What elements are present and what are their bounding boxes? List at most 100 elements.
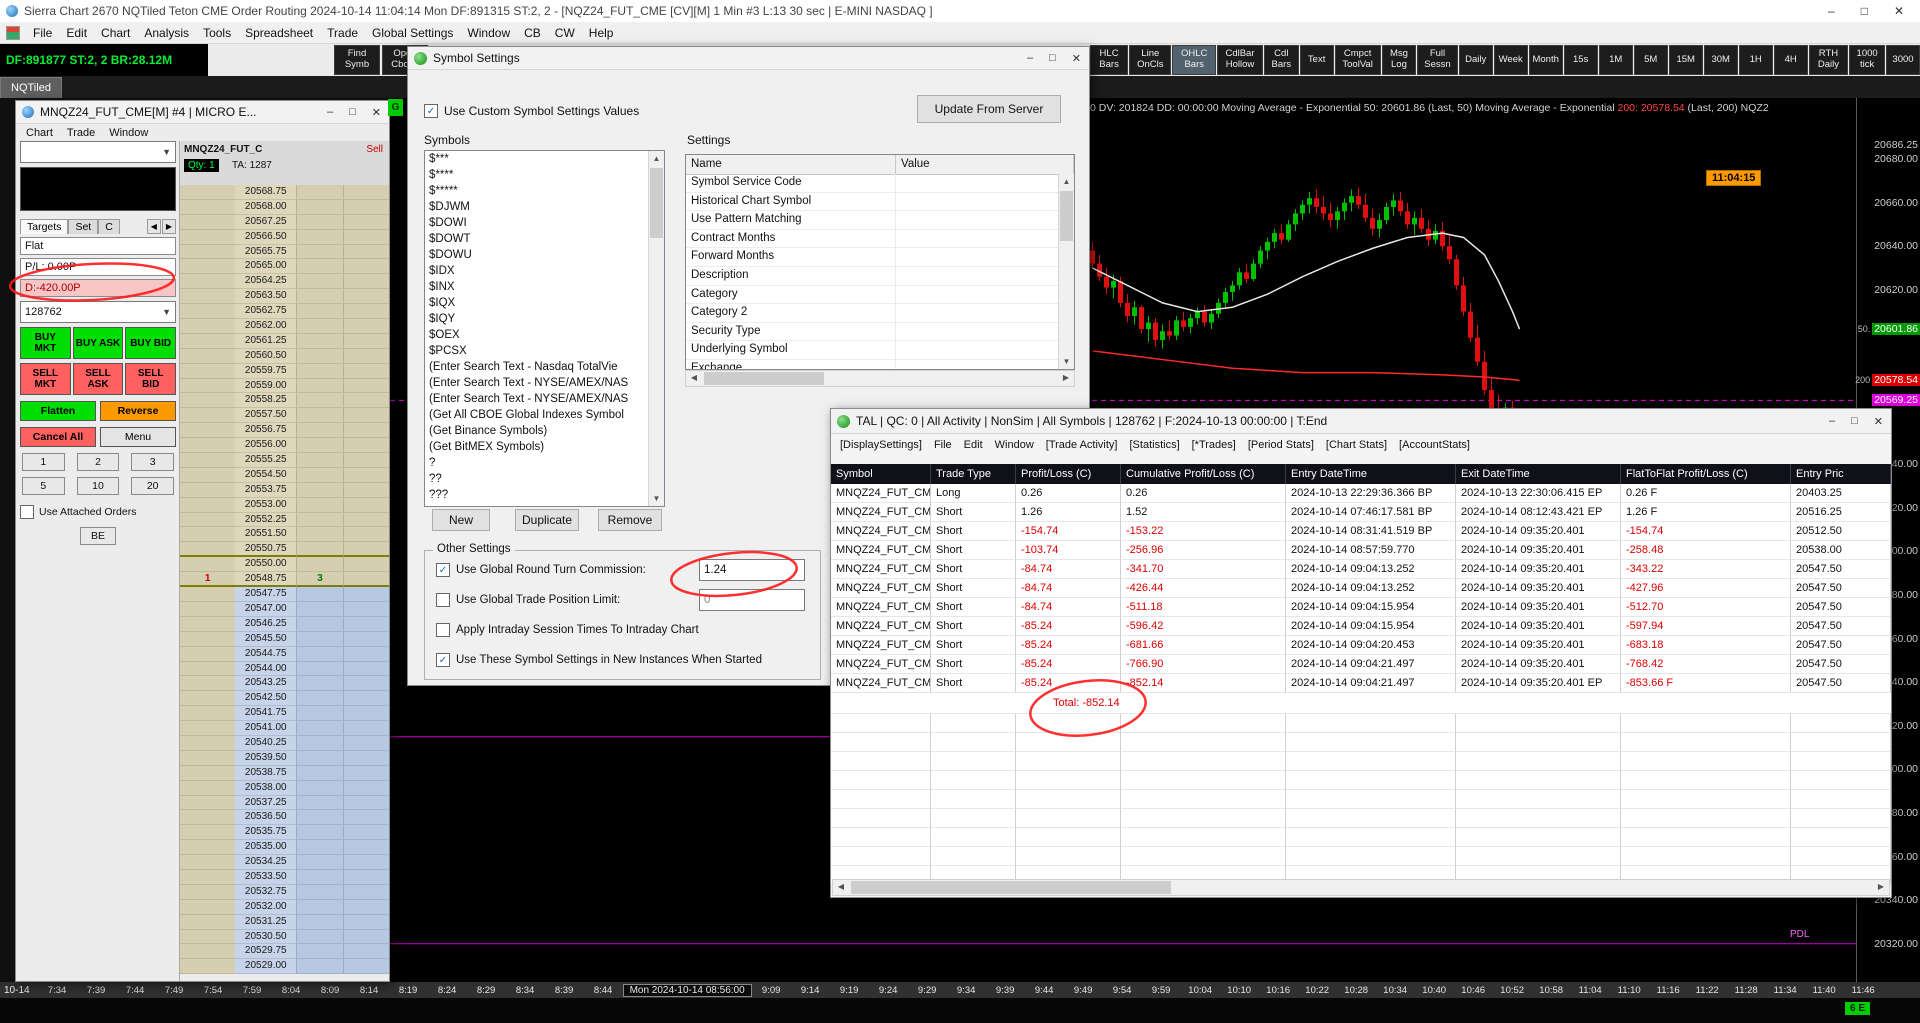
menu-item[interactable]: [DisplaySettings] (835, 439, 927, 451)
cell-flattoflat-pl[interactable]: -427.96 (1621, 579, 1791, 598)
dom-buy-cell2[interactable] (342, 393, 389, 409)
table-row[interactable]: MNQZ24_FUT_CME Short -84.74 -341.70 2024… (831, 560, 1891, 579)
dom-buy-cell[interactable] (296, 631, 343, 647)
symbol-list-item[interactable]: $IQX (425, 295, 649, 311)
buy-button[interactable]: BUY BID (125, 327, 177, 359)
menu-item[interactable]: [Statistics] (1125, 439, 1185, 451)
dom-buy-cell[interactable] (296, 959, 343, 975)
dom-sell-cell[interactable] (180, 408, 236, 424)
setting-row[interactable]: Underlying Symbol (686, 341, 1059, 360)
toolbar-button[interactable]: 15s (1563, 45, 1598, 75)
symbol-list-item[interactable]: (Get BitMEX Symbols) (425, 439, 649, 455)
setting-row[interactable]: Category (686, 285, 1059, 305)
table-row[interactable]: MNQZ24_FUT_CME Short -84.74 -511.18 2024… (831, 598, 1891, 617)
dom-buy-cell2[interactable] (342, 959, 389, 975)
cell-symbol[interactable]: MNQZ24_FUT_CME (831, 579, 931, 598)
dom-buy-cell[interactable] (296, 244, 343, 260)
setting-row[interactable]: Exchange (686, 359, 1059, 369)
cell-entry-price[interactable]: 20547.50 (1791, 617, 1891, 636)
cell-exit-datetime[interactable]: 2024-10-14 09:35:20.401 (1456, 541, 1621, 560)
dom-price-cell[interactable]: 20548.75 (235, 572, 297, 588)
setting-row[interactable]: Contract Months (686, 229, 1059, 249)
cell-cumulative-pl[interactable]: -426.44 (1121, 579, 1286, 598)
dom-sell-cell[interactable] (180, 810, 236, 826)
cell-cumulative-pl[interactable]: 1.52 (1121, 503, 1286, 522)
dom-sell-cell[interactable] (180, 467, 236, 483)
table-row[interactable]: MNQZ24_FUT_CME Short 1.26 1.52 2024-10-1… (831, 503, 1891, 522)
flatten-button[interactable]: Flatten (20, 401, 96, 421)
tab-scroll-left-icon[interactable]: ◀ (146, 219, 161, 234)
cell-trade-type[interactable]: Short (931, 636, 1016, 655)
dom-buy-cell2[interactable] (342, 467, 389, 483)
dom-sell-cell[interactable] (180, 884, 236, 900)
dom-price-row[interactable]: 20565.75 (180, 244, 389, 260)
dom-price-cell[interactable]: 20533.50 (235, 869, 297, 885)
setting-value-cell[interactable] (896, 248, 1059, 266)
dom-buy-cell[interactable] (296, 438, 343, 454)
sell-button[interactable]: SELL MKT (20, 363, 71, 395)
cell-entry-price[interactable]: 20512.50 (1791, 522, 1891, 541)
account-dropdown[interactable]: 128762 ▼ (20, 301, 176, 323)
cell-cumulative-pl[interactable]: -256.96 (1121, 541, 1286, 560)
dom-buy-cell2[interactable] (342, 572, 389, 588)
dom-sell-cell[interactable] (180, 423, 236, 439)
dom-buy-cell2[interactable] (342, 438, 389, 454)
dom-price-row[interactable]: 20556.75 (180, 423, 389, 439)
dom-buy-cell[interactable] (296, 557, 343, 573)
dom-buy-cell2[interactable] (342, 884, 389, 900)
dom-buy-cell[interactable] (296, 587, 343, 602)
scrollbar-thumb[interactable] (851, 881, 1171, 894)
symbol-list-item[interactable]: $IQY (425, 311, 649, 327)
cell-flattoflat-pl[interactable]: 0.26 F (1621, 484, 1791, 503)
symbol-list-item[interactable]: (Get Binance Symbols) (425, 423, 649, 439)
table-row[interactable]: MNQZ24_FUT_CME Short -85.24 -681.66 2024… (831, 636, 1891, 655)
cell-entry-datetime[interactable]: 2024-10-14 08:57:59.770 (1286, 541, 1456, 560)
dom-price-row[interactable]: 20536.50 (180, 810, 389, 826)
dom-buy-cell2[interactable] (342, 244, 389, 260)
dom-buy-cell2[interactable] (342, 899, 389, 915)
dom-price-row[interactable]: 20539.50 (180, 750, 389, 766)
dom-buy-cell2[interactable] (342, 840, 389, 856)
cell-entry-datetime[interactable]: 2024-10-14 09:04:13.252 (1286, 579, 1456, 598)
setting-name-cell[interactable]: Category (686, 285, 896, 304)
cell-cumulative-pl[interactable]: -681.66 (1121, 636, 1286, 655)
menu-item[interactable]: File (929, 439, 957, 451)
menu-item[interactable]: CW (548, 22, 582, 43)
table-row[interactable]: MNQZ24_FUT_CME Short -84.74 -426.44 2024… (831, 579, 1891, 598)
cell-flattoflat-pl[interactable]: 1.26 F (1621, 503, 1791, 522)
cell-symbol[interactable]: MNQZ24_FUT_CME (831, 636, 931, 655)
dom-price-cell[interactable]: 20532.75 (235, 884, 297, 900)
dom-buy-cell[interactable]: 3 (296, 572, 343, 588)
setting-row[interactable]: Category 2 (686, 304, 1059, 323)
setting-row[interactable]: Use Pattern Matching (686, 211, 1059, 230)
dom-price-row[interactable]: 20559.75 (180, 363, 389, 379)
cell-exit-datetime[interactable]: 2024-10-14 08:12:43.421 EP (1456, 503, 1621, 522)
scroll-up-icon[interactable]: ▲ (649, 151, 664, 166)
dom-buy-cell2[interactable] (342, 825, 389, 841)
cell-exit-datetime[interactable]: 2024-10-14 09:35:20.401 (1456, 522, 1621, 541)
quantity-button[interactable]: 20 (131, 477, 175, 495)
dom-sell-cell[interactable] (180, 378, 236, 394)
scrollbar-thumb[interactable] (704, 372, 824, 385)
menu-item[interactable]: Edit (959, 439, 988, 451)
dom-sell-cell[interactable] (180, 795, 236, 811)
dom-buy-cell[interactable] (296, 363, 343, 379)
dom-price-row[interactable]: 20542.50 (180, 691, 389, 707)
dom-sell-cell[interactable] (180, 482, 236, 498)
cell-symbol[interactable]: MNQZ24_FUT_CME (831, 503, 931, 522)
dom-buy-cell[interactable] (296, 929, 343, 945)
scroll-left-icon[interactable]: ◀ (833, 880, 849, 895)
setting-row[interactable]: Historical Chart Symbol (686, 192, 1059, 212)
dom-buy-cell2[interactable] (342, 274, 389, 290)
dom-buy-cell[interactable] (296, 735, 343, 751)
trade-tab[interactable]: Targets (20, 219, 69, 234)
dom-price-row[interactable]: 20529.00 (180, 959, 389, 975)
dom-price-row[interactable]: 20555.25 (180, 453, 389, 468)
scroll-down-icon[interactable]: ▼ (649, 491, 664, 506)
cell-cumulative-pl[interactable]: -852.14 (1121, 674, 1286, 693)
maximize-icon[interactable]: □ (1049, 52, 1056, 65)
dom-sell-cell[interactable] (180, 259, 236, 275)
checkbox-checked-icon[interactable]: ✓ (436, 563, 450, 577)
cell-cumulative-pl[interactable]: -596.42 (1121, 617, 1286, 636)
update-from-server-button[interactable]: Update From Server (917, 95, 1061, 123)
